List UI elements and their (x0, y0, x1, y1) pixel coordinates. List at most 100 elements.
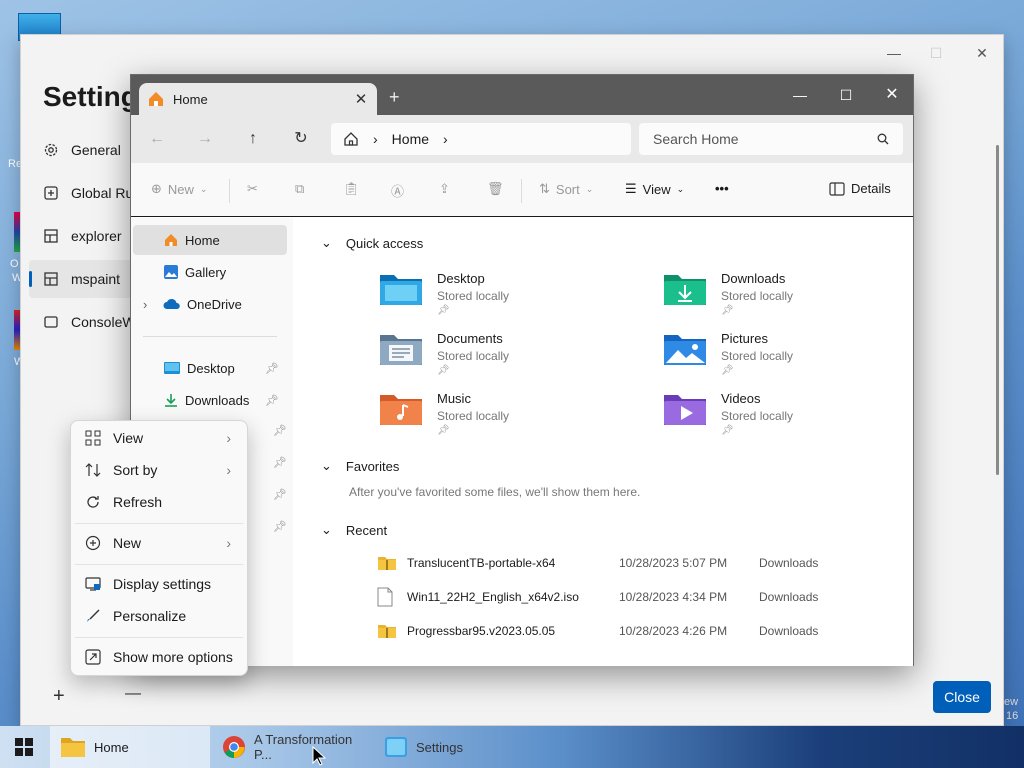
divider (143, 336, 277, 337)
maximize-button[interactable]: ☐ (823, 81, 869, 109)
taskbar-item-explorer[interactable]: Home (50, 726, 210, 768)
quick-access-item-music[interactable]: Music Stored locally 📌︎ (379, 391, 509, 436)
up-button[interactable]: ↑ (239, 127, 267, 151)
close-window-button[interactable]: ✕ (869, 81, 915, 109)
context-menu: View › Sort by › Refresh New › Display s… (70, 420, 248, 676)
minimize-button[interactable]: — (777, 81, 823, 109)
back-button[interactable]: ← (143, 127, 171, 151)
minimize-button[interactable]: — (879, 41, 909, 65)
new-button[interactable]: ⊕ New ⌄ (151, 181, 207, 197)
section-favorites[interactable]: ⌄ Favorites (321, 458, 399, 474)
cut-icon[interactable]: ✂ (247, 181, 258, 197)
forward-button[interactable]: → (191, 127, 219, 151)
close-tab-icon[interactable]: ✕ (351, 90, 371, 108)
command-bar: ⊕ New ⌄ ✂ ⧉ 📋︎ Ⓐ ⇪ 🗑︎ ⇅ Sort ⌄ ☰ View ⌄ … (131, 163, 913, 217)
pin-icon: 📌︎ (437, 305, 450, 316)
copy-icon[interactable]: ⧉ (295, 181, 304, 197)
remove-rule-button[interactable]: — (125, 685, 141, 703)
nav-item-label: Downloads (185, 392, 250, 408)
refresh-button[interactable]: ↻ (287, 127, 315, 151)
music-folder-icon (379, 391, 423, 427)
videos-folder-icon (663, 391, 707, 427)
section-quick-access[interactable]: ⌄ Quick access (321, 235, 423, 251)
rename-icon[interactable]: Ⓐ (391, 181, 404, 200)
menu-item-personalize[interactable]: Personalize (75, 601, 243, 631)
pin-icon[interactable]: 📌︎ (265, 362, 279, 375)
taskbar-item-label: Settings (416, 739, 463, 755)
quick-access-item-documents[interactable]: Documents Stored locally 📌︎ (379, 331, 509, 376)
pin-icon[interactable]: 📌︎ (273, 488, 287, 501)
pin-icon[interactable]: 📌︎ (273, 520, 287, 533)
menu-item-label: Show more options (113, 649, 233, 665)
nav-item-home[interactable]: Home (133, 225, 287, 255)
menu-item-new[interactable]: New › (75, 528, 243, 558)
content-area: ⌄ Quick access Desktop Stored locally 📌︎… (293, 218, 913, 666)
pin-icon: 📌︎ (437, 365, 450, 376)
nav-item-onedrive[interactable]: › OneDrive (133, 289, 287, 319)
quick-access-item-videos[interactable]: Videos Stored locally 📌︎ (663, 391, 793, 436)
delete-icon[interactable]: 🗑︎ (487, 181, 504, 197)
file-location: Downloads (759, 624, 819, 638)
sort-button[interactable]: ⇅ Sort ⌄ (539, 181, 593, 197)
item-sub: Stored locally (437, 409, 510, 423)
details-button[interactable]: Details (829, 181, 891, 196)
app-icon (43, 271, 59, 287)
tab-label: Home (173, 91, 208, 107)
paste-icon[interactable]: 📋︎ (343, 181, 360, 197)
zip-folder-icon (377, 555, 407, 571)
tab-home[interactable]: Home ✕ (139, 83, 377, 115)
sort-label: Sort (555, 181, 580, 197)
quick-access-item-pictures[interactable]: Pictures Stored locally 📌︎ (663, 331, 793, 376)
recent-row[interactable]: Progressbar95.v2023.05.05 10/28/2023 4:2… (377, 620, 818, 642)
menu-divider (75, 523, 243, 524)
plus-circle-icon (85, 535, 101, 551)
address-box[interactable]: › Home › (331, 123, 631, 155)
nav-item-downloads[interactable]: Downloads 📌︎ (133, 385, 287, 415)
file-icon (377, 587, 407, 607)
share-icon[interactable]: ⇪ (439, 181, 450, 197)
scrollbar[interactable] (996, 145, 999, 475)
add-rule-button[interactable]: + (53, 685, 65, 708)
pin-icon[interactable]: 📌︎ (265, 394, 279, 407)
item-sub: Stored locally (721, 349, 794, 363)
maximize-button[interactable]: ☐ (921, 41, 951, 65)
grid-icon (85, 430, 101, 446)
details-label: Details (851, 181, 891, 196)
taskbar-item-settings[interactable]: Settings (374, 726, 534, 768)
nav-item-gallery[interactable]: Gallery (133, 257, 287, 287)
nav-item-desktop[interactable]: Desktop 📌︎ (133, 353, 287, 383)
recent-row[interactable]: TranslucentTB-portable-x64 10/28/2023 5:… (377, 552, 818, 574)
quick-access-item-downloads[interactable]: Downloads Stored locally 📌︎ (663, 271, 793, 316)
start-button[interactable] (14, 737, 34, 757)
close-button[interactable]: Close (933, 681, 991, 713)
item-sub: Stored locally (721, 289, 794, 303)
menu-item-sort-by[interactable]: Sort by › (75, 455, 243, 485)
more-options-button[interactable]: ••• (715, 181, 729, 196)
close-window-button[interactable]: ✕ (967, 41, 997, 65)
chrome-icon (222, 735, 246, 759)
menu-item-show-more-options[interactable]: Show more options (75, 642, 243, 672)
details-pane-icon (829, 181, 845, 196)
recent-row[interactable]: Win11_22H2_English_x64v2.iso 10/28/2023 … (377, 586, 818, 608)
plus-circle-icon: ⊕ (151, 181, 162, 196)
gallery-icon (163, 264, 179, 280)
file-date: 10/28/2023 5:07 PM (619, 556, 728, 570)
menu-item-display-settings[interactable]: Display settings (75, 569, 243, 599)
new-tab-button[interactable]: + (389, 87, 400, 108)
menu-item-refresh[interactable]: Refresh (75, 487, 243, 517)
breadcrumb[interactable]: Home (392, 131, 429, 147)
file-location: Downloads (759, 556, 819, 570)
view-button[interactable]: ☰ View ⌄ (625, 181, 684, 197)
pin-icon[interactable]: 📌︎ (273, 456, 287, 469)
pin-icon[interactable]: 📌︎ (273, 424, 287, 437)
section-recent[interactable]: ⌄ Recent (321, 522, 387, 538)
quick-access-item-desktop[interactable]: Desktop Stored locally 📌︎ (379, 271, 509, 316)
item-name: Pictures (721, 331, 768, 346)
address-bar-row: ← → ↑ ↻ › Home › Search Home (131, 115, 913, 163)
taskbar-item-chrome[interactable]: A Transformation P... (212, 726, 372, 768)
chevron-right-icon[interactable]: › (143, 297, 157, 312)
menu-divider (75, 564, 243, 565)
search-input[interactable]: Search Home (639, 123, 903, 155)
file-date: 10/28/2023 4:34 PM (619, 590, 728, 604)
menu-item-view[interactable]: View › (75, 423, 243, 453)
